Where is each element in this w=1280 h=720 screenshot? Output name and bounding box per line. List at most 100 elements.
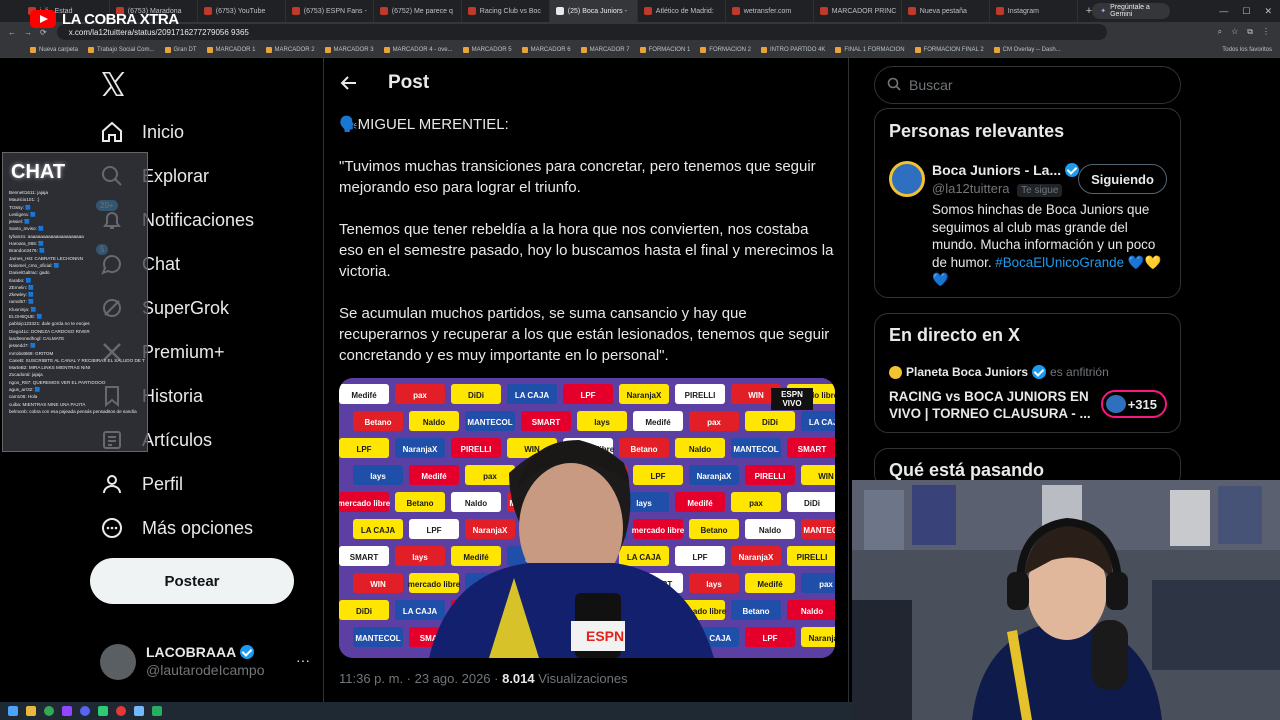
tab-favicon-icon xyxy=(995,7,1004,15)
bookmark-item[interactable]: Trabajo Social Com... xyxy=(88,46,155,53)
maximize-icon[interactable]: ☐ xyxy=(1242,6,1250,17)
twitch-icon[interactable] xyxy=(62,706,72,716)
chat-messages: Bennett1611: jajaja Mauricio101: :) Tr3ssy… xyxy=(9,189,145,415)
bookmark-icon xyxy=(760,46,767,53)
chat-message: tyhanzo: aaaaaaaaaaaaaaaaaaaaaa xyxy=(9,233,84,239)
bookmark-item[interactable]: Nueva carpeta xyxy=(30,46,78,53)
start-icon[interactable] xyxy=(8,706,18,716)
bookmark-item[interactable]: INTRO PARTIDO 4K xyxy=(760,46,826,53)
more-circle-icon xyxy=(100,516,124,540)
live-event-title[interactable]: RACING vs BOCA JUNIORS EN VIVO | TORNEO … xyxy=(889,388,1094,422)
profile-name: LACOBRAAA xyxy=(146,644,254,660)
chat-message: James_Hst: CABRATE LECHONNN xyxy=(9,255,83,261)
more-icon[interactable]: ··· xyxy=(296,652,310,668)
bookmark-item[interactable]: MARCADOR 7 xyxy=(580,46,630,53)
person-icon xyxy=(100,472,124,496)
relevant-name[interactable]: Boca Juniors - La... xyxy=(932,162,1080,178)
bookmark-item[interactable]: CM Overlay -- Dash... xyxy=(993,46,1061,53)
browser-tab[interactable]: (6753) ESPN Fans - xyxy=(286,0,374,22)
bookmark-item[interactable]: FORMACION 1 xyxy=(639,46,690,53)
bookmark-item[interactable]: MARCADOR 1 xyxy=(206,46,256,53)
star-icon[interactable]: ☆ xyxy=(1231,27,1238,37)
nav-label: Artículos xyxy=(142,429,213,450)
follows-you-badge: Te sigue xyxy=(1017,184,1063,197)
x-logo-icon[interactable] xyxy=(100,70,126,98)
minimize-icon[interactable]: — xyxy=(1219,6,1228,17)
discord-icon[interactable] xyxy=(80,706,90,716)
url-field[interactable]: x.com/la12tuittera/status/20917162772790… xyxy=(56,24,1107,40)
relevant-bio: Somos hinchas de Boca Juniors que seguim… xyxy=(932,201,1172,289)
tab-favicon-icon xyxy=(907,7,916,15)
post-button[interactable]: Postear xyxy=(90,558,294,604)
browser-tab[interactable]: (25) Boca Juniors - xyxy=(549,0,638,22)
account-switcher[interactable]: LACOBRAAA @lautarodeIcampo ··· xyxy=(100,640,310,684)
zoom-icon[interactable]: ⌕ xyxy=(1218,27,1222,37)
reload-icon[interactable]: ⟳ xyxy=(40,28,47,37)
menu-dots-icon[interactable]: ⋮ xyxy=(1262,27,1270,37)
chat-message: jessiel: 🟦 xyxy=(9,219,31,225)
tab-favicon-icon xyxy=(819,7,828,15)
forward-nav-icon[interactable]: → xyxy=(24,28,32,37)
spreadsheet-icon[interactable] xyxy=(152,706,162,716)
browser-tab[interactable]: Instagram xyxy=(990,0,1078,22)
browser-tab[interactable]: (6752) Me parece q xyxy=(374,0,462,22)
bookmark-icon xyxy=(462,46,469,53)
gemini-button[interactable]: ✦ Pregúntale a Gemini xyxy=(1092,3,1170,19)
browser-tab[interactable]: Racing Club vs Boc xyxy=(462,0,550,22)
bookmark-item[interactable]: Gran DT xyxy=(164,46,197,53)
app-icon[interactable] xyxy=(98,706,108,716)
bookmark-item[interactable]: MARCADOR 6 xyxy=(521,46,571,53)
folder-icon[interactable] xyxy=(26,706,36,716)
chat-message: belmonb: cobra con esa pajeada pensás pe… xyxy=(9,408,137,414)
bookmark-item[interactable]: FINAL 1 FORMACION xyxy=(835,46,905,53)
back-nav-icon[interactable]: ← xyxy=(8,28,16,37)
bookmark-item[interactable]: FORMACION 2 xyxy=(700,46,751,53)
nav-item-m-s-opciones[interactable]: Más opciones xyxy=(100,516,253,540)
hashtag-link[interactable]: #BocaElUnicoGrande xyxy=(995,255,1124,270)
bookmark-item[interactable]: MARCADOR 3 xyxy=(324,46,374,53)
bookmark-item[interactable]: MARCADOR 2 xyxy=(265,46,315,53)
webcam-feed xyxy=(852,480,1280,720)
browser-tab[interactable]: (6753) YouTube xyxy=(198,0,286,22)
nav-item-perfil[interactable]: Perfil xyxy=(100,472,183,496)
chat-message: DanielGaltrac: gado xyxy=(9,270,50,276)
bookmark-icon xyxy=(324,46,331,53)
all-bookmarks[interactable]: Todos los favoritos xyxy=(1222,47,1272,53)
chat-message: pabloip123321: dale gorda no te enojes xyxy=(9,321,90,327)
files-icon[interactable] xyxy=(134,706,144,716)
bookmark-label: Trabajo Social Com... xyxy=(97,46,155,53)
listeners-pill[interactable]: +315 xyxy=(1101,390,1167,418)
following-button[interactable]: Siguiendo xyxy=(1078,164,1167,194)
bookmark-icon xyxy=(164,46,171,53)
browser-tab[interactable]: Atlético de Madrid: xyxy=(638,0,726,22)
back-arrow-icon[interactable] xyxy=(338,72,360,94)
post-author-line: 🗣️MIGUEL MERENTIEL: xyxy=(339,116,509,133)
browser-tab[interactable]: MARCADOR PRINC xyxy=(814,0,902,22)
extensions-icon[interactable]: ⧉ xyxy=(1247,27,1253,37)
bookmark-icon xyxy=(914,46,921,53)
post-header: Post xyxy=(324,58,848,110)
live-host-role: es anfitrión xyxy=(1050,365,1109,379)
verified-icon xyxy=(239,645,254,659)
bookmark-item[interactable]: FORMACION FINAL 2 xyxy=(914,46,984,53)
close-icon[interactable]: ✕ xyxy=(1264,6,1272,17)
boca-avatar[interactable] xyxy=(889,161,925,197)
os-taskbar xyxy=(0,702,852,720)
views-count: 8.014 xyxy=(502,671,535,686)
search-input[interactable]: Buscar xyxy=(874,66,1181,104)
gemini-label: Pregúntale a Gemini xyxy=(1110,4,1150,18)
tab-favicon-icon xyxy=(731,7,740,15)
bookmark-item[interactable]: MARCADOR 4 - ove... xyxy=(383,46,453,53)
obs-icon[interactable] xyxy=(116,706,126,716)
bookmark-item[interactable]: MARCADOR 5 xyxy=(462,46,512,53)
nav-label: Más opciones xyxy=(142,517,254,538)
chat-message: agus_arr32: 🟦 xyxy=(9,387,41,393)
chat-message: Lesligera: 🟦 xyxy=(9,211,36,217)
browser-tab[interactable]: wetransfer.com xyxy=(726,0,814,22)
nav-item-inicio[interactable]: Inicio xyxy=(100,120,184,144)
post-video[interactable]: Medifé pax DiDi LA CAJA LPF NaranjaX PIRELLI WI… xyxy=(339,378,835,658)
browser-tab[interactable]: Nueva pestaña xyxy=(902,0,990,22)
bookmark-label: INTRO PARTIDO 4K xyxy=(769,46,826,53)
chrome-icon[interactable] xyxy=(44,706,54,716)
post-meta: 11:36 p. m. · 23 ago. 2026 · 8.014 Visua… xyxy=(339,671,628,686)
